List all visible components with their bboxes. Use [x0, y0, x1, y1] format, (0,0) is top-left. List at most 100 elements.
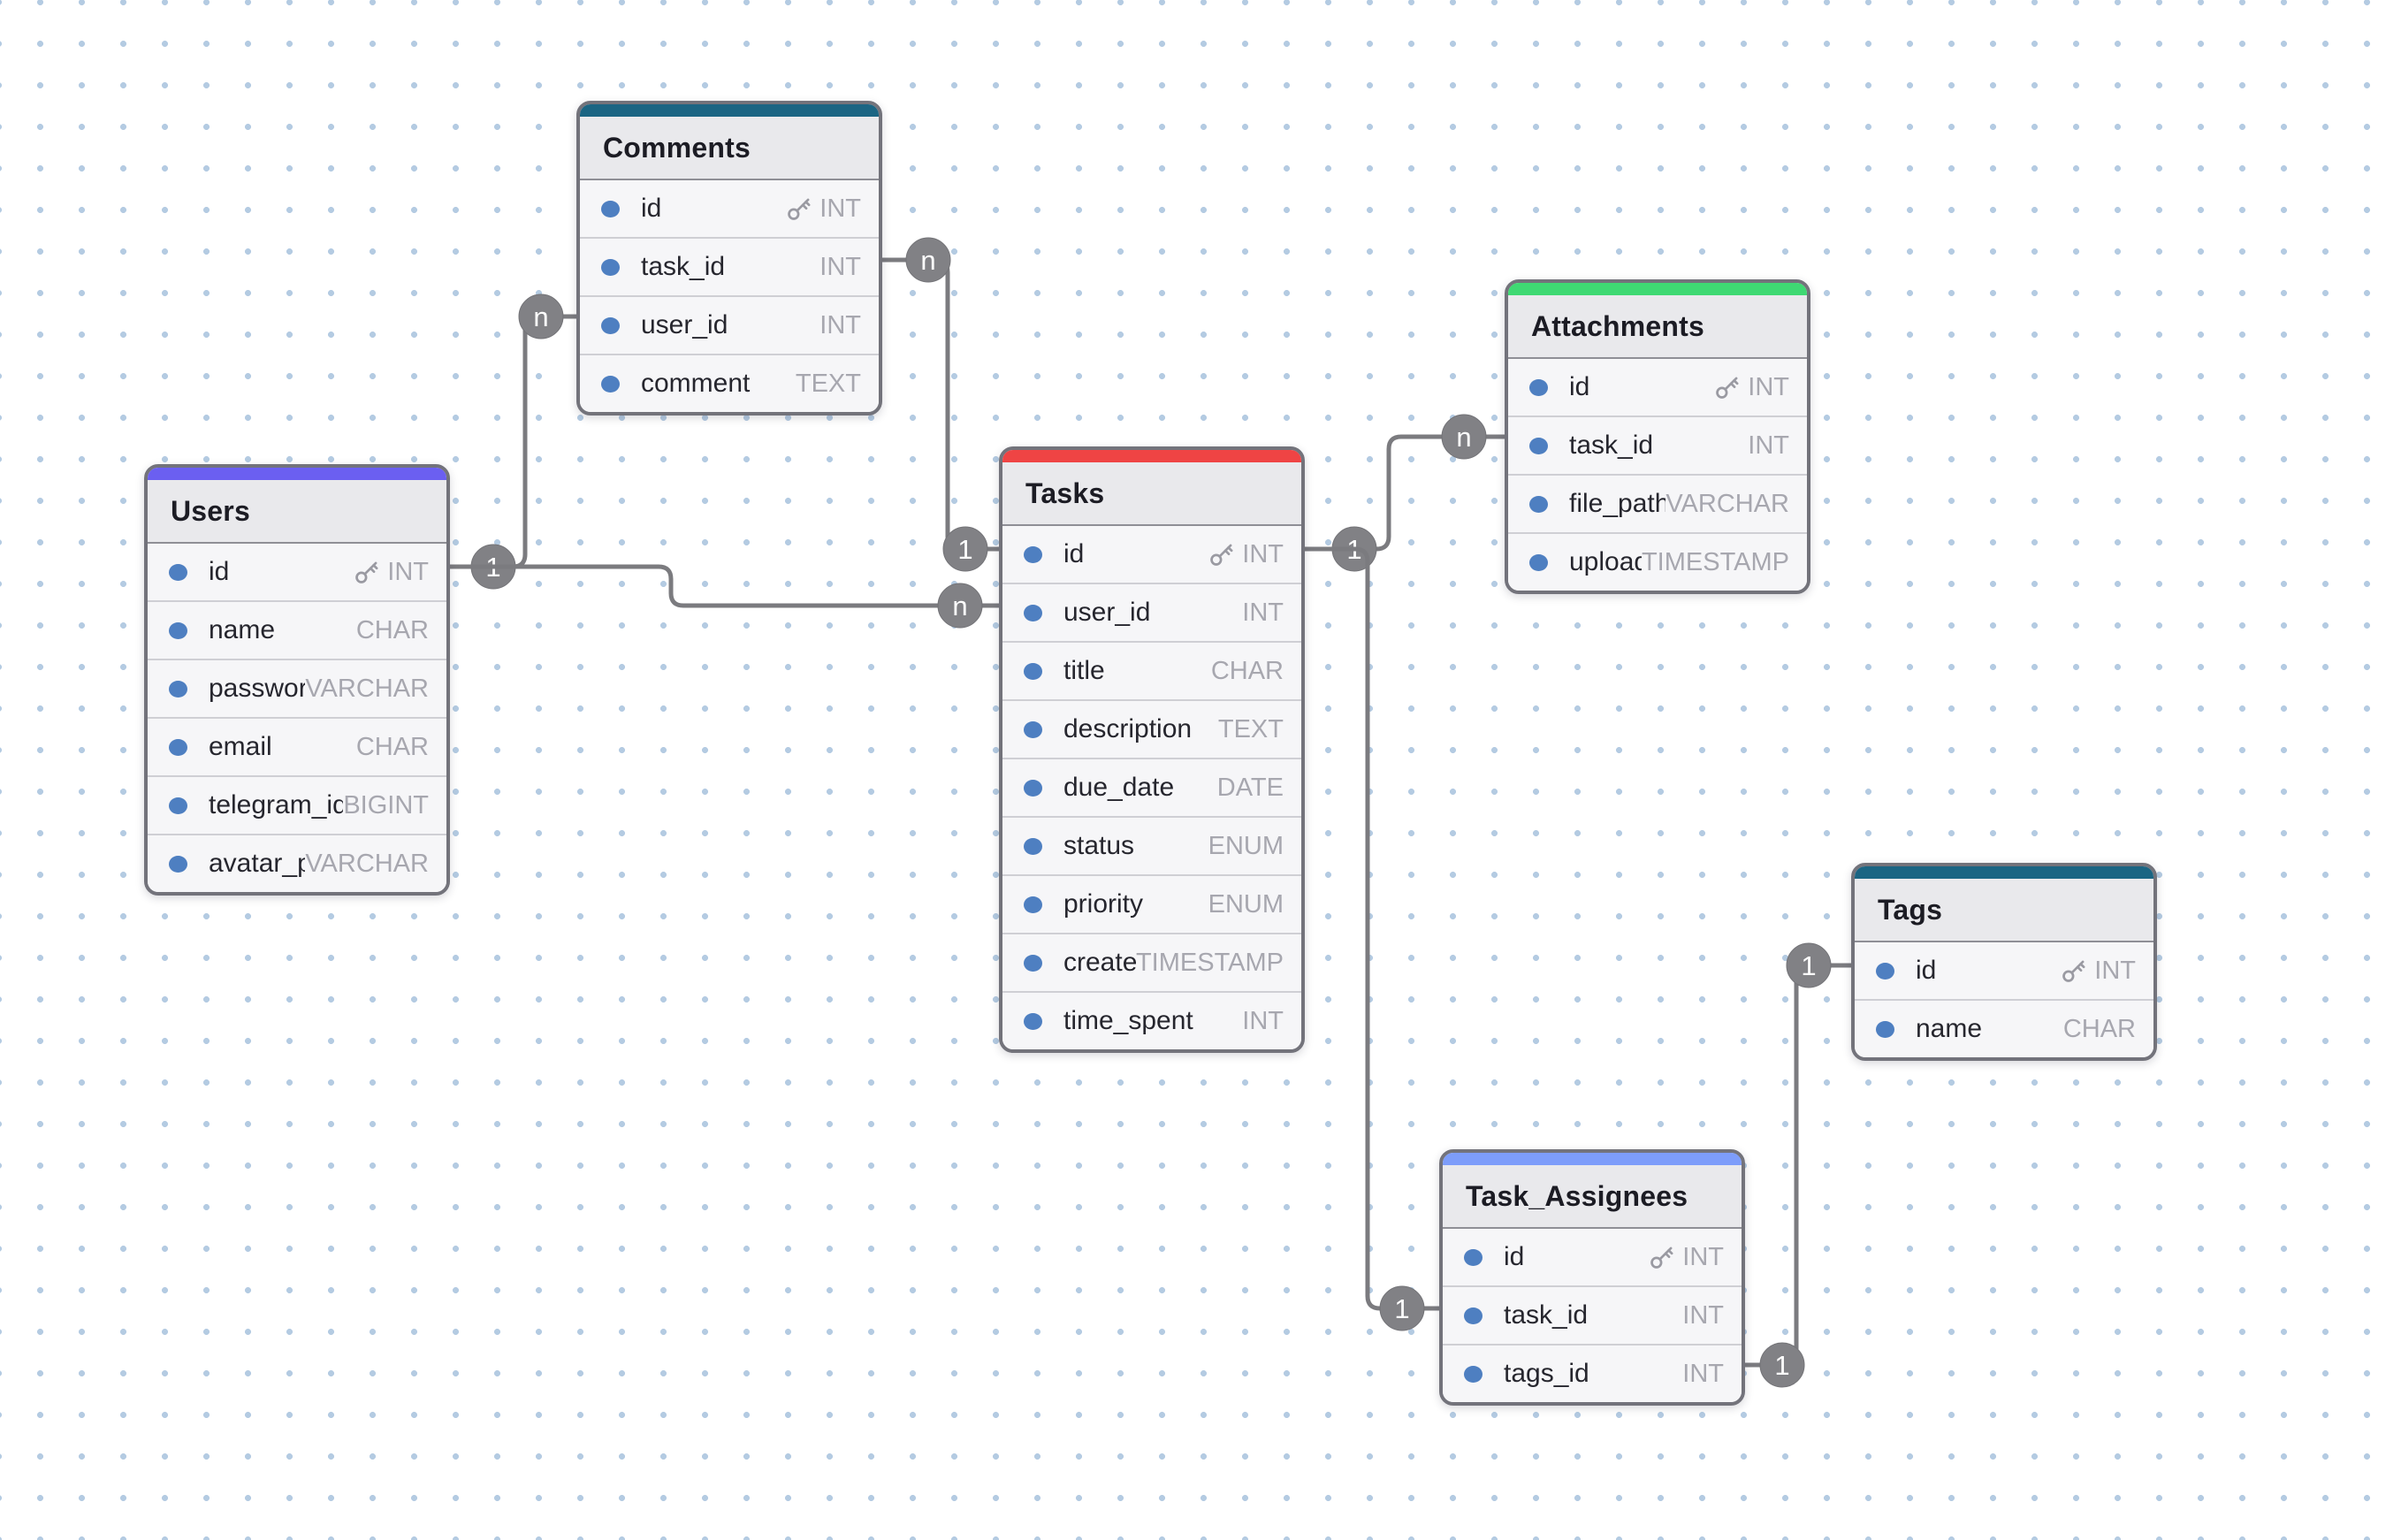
field-name: user_id [641, 310, 819, 340]
field-type: INT [1682, 1360, 1724, 1389]
field-row[interactable]: task_idINT [580, 237, 879, 295]
field-row[interactable]: statusENUM [1002, 816, 1301, 874]
table-color-bar [1855, 866, 2153, 879]
table-header[interactable]: Tasks [1002, 462, 1301, 526]
cardinality-label: 1 [1394, 1293, 1409, 1324]
field-dot-icon[interactable] [1464, 1307, 1483, 1324]
field-dot-icon[interactable] [1464, 1249, 1483, 1266]
field-name: user_id [1063, 598, 1242, 628]
relationship-line[interactable] [880, 260, 999, 549]
field-dot-icon[interactable] [1024, 546, 1042, 563]
field-dot-icon[interactable] [169, 564, 187, 581]
field-dot-icon[interactable] [1529, 379, 1548, 396]
table-title: Tasks [1025, 477, 1104, 510]
field-dot-icon[interactable] [1876, 1021, 1894, 1038]
diagram-canvas[interactable]: { "diagram": { "background_dot_color": "… [0, 0, 2401, 1540]
field-row[interactable]: idINT [148, 544, 446, 600]
field-dot-icon[interactable] [169, 856, 187, 873]
field-type: INT [2060, 957, 2136, 986]
field-row[interactable]: due_dateDATE [1002, 758, 1301, 816]
field-dot-icon[interactable] [1024, 1013, 1042, 1030]
field-row[interactable]: time_spentINT [1002, 991, 1301, 1049]
field-type: INT [819, 311, 861, 340]
field-dot-icon[interactable] [1024, 721, 1042, 738]
field-name: name [209, 615, 356, 645]
relationship-line[interactable] [450, 316, 576, 567]
field-row[interactable]: nameCHAR [1855, 999, 2153, 1057]
field-dot-icon[interactable] [601, 376, 620, 393]
field-row[interactable]: task_idINT [1443, 1285, 1742, 1344]
field-type: BIGINT [343, 791, 429, 820]
field-name: id [1063, 539, 1208, 569]
field-dot-icon[interactable] [1876, 963, 1894, 980]
table-color-bar [580, 104, 879, 117]
field-type: TIMESTAMP [1136, 949, 1284, 978]
field-dot-icon[interactable] [1024, 896, 1042, 913]
table-header[interactable]: Attachments [1508, 295, 1807, 359]
relationship-line[interactable] [1305, 549, 1439, 1308]
entity-table-comments[interactable]: Comments idINTtask_idINTuser_idINTcommen… [576, 101, 882, 415]
field-dot-icon[interactable] [601, 317, 620, 334]
field-row[interactable]: passwordVARCHAR [148, 659, 446, 717]
entity-table-users[interactable]: Users idINTnameCHARpasswordVARCHARemailC… [144, 464, 450, 896]
field-name: file_path [1569, 489, 1665, 519]
field-row[interactable]: idINT [1855, 942, 2153, 999]
field-type: VARCHAR [305, 675, 429, 704]
field-type: CHAR [356, 616, 429, 645]
field-row[interactable]: created...TIMESTAMP [1002, 933, 1301, 991]
field-dot-icon[interactable] [169, 739, 187, 756]
field-row[interactable]: telegram_idBIGINT [148, 775, 446, 834]
field-row[interactable]: user_idINT [1002, 583, 1301, 641]
table-fields: idINTnameCHAR [1855, 942, 2153, 1057]
field-dot-icon[interactable] [1464, 1366, 1483, 1383]
field-dot-icon[interactable] [1024, 780, 1042, 797]
field-dot-icon[interactable] [1529, 554, 1548, 571]
field-row[interactable]: titleCHAR [1002, 641, 1301, 699]
field-dot-icon[interactable] [1024, 838, 1042, 855]
field-row[interactable]: idINT [580, 180, 879, 237]
entity-table-tasks[interactable]: Tasks idINTuser_idINTtitleCHARdescriptio… [999, 446, 1305, 1053]
primary-key-icon [1648, 1244, 1675, 1271]
field-type: INT [353, 558, 429, 587]
table-fields: idINTtask_idINTuser_idINTcommentTEXT [580, 180, 879, 412]
field-row[interactable]: idINT [1443, 1229, 1742, 1285]
field-name: password [209, 674, 305, 704]
field-row[interactable]: tags_idINT [1443, 1344, 1742, 1402]
field-dot-icon[interactable] [1024, 955, 1042, 972]
field-row[interactable]: upload...TIMESTAMP [1508, 532, 1807, 591]
field-name: email [209, 732, 356, 762]
field-dot-icon[interactable] [601, 201, 620, 217]
field-row[interactable]: descriptionTEXT [1002, 699, 1301, 758]
table-header[interactable]: Users [148, 480, 446, 544]
field-row[interactable]: idINT [1508, 359, 1807, 415]
field-dot-icon[interactable] [1024, 605, 1042, 621]
field-row[interactable]: nameCHAR [148, 600, 446, 659]
table-header[interactable]: Task_Assignees [1443, 1165, 1742, 1229]
field-dot-icon[interactable] [1529, 496, 1548, 513]
table-title: Task_Assignees [1466, 1180, 1688, 1213]
entity-table-tags[interactable]: Tags idINTnameCHAR [1851, 863, 2157, 1061]
field-row[interactable]: priorityENUM [1002, 874, 1301, 933]
field-dot-icon[interactable] [169, 622, 187, 639]
table-header[interactable]: Comments [580, 117, 879, 180]
entity-table-task-assignees[interactable]: Task_Assignees idINTtask_idINTtags_idINT [1439, 1149, 1745, 1406]
relationship-line[interactable] [450, 567, 999, 606]
relationship-line[interactable] [1745, 965, 1851, 1365]
field-type: CHAR [356, 733, 429, 762]
field-dot-icon[interactable] [601, 259, 620, 276]
field-type: VARCHAR [1665, 490, 1789, 519]
field-row[interactable]: avatar_pa...VARCHAR [148, 834, 446, 892]
field-row[interactable]: task_idINT [1508, 415, 1807, 474]
field-dot-icon[interactable] [1529, 438, 1548, 454]
entity-table-attachments[interactable]: Attachments idINTtask_idINTfile_pathVARC… [1505, 279, 1810, 594]
field-row[interactable]: commentTEXT [580, 354, 879, 412]
field-dot-icon[interactable] [169, 797, 187, 814]
field-row[interactable]: user_idINT [580, 295, 879, 354]
table-header[interactable]: Tags [1855, 879, 2153, 942]
field-row[interactable]: file_pathVARCHAR [1508, 474, 1807, 532]
field-dot-icon[interactable] [1024, 663, 1042, 680]
field-row[interactable]: emailCHAR [148, 717, 446, 775]
field-row[interactable]: idINT [1002, 526, 1301, 583]
field-dot-icon[interactable] [169, 681, 187, 698]
field-name: priority [1063, 889, 1208, 919]
